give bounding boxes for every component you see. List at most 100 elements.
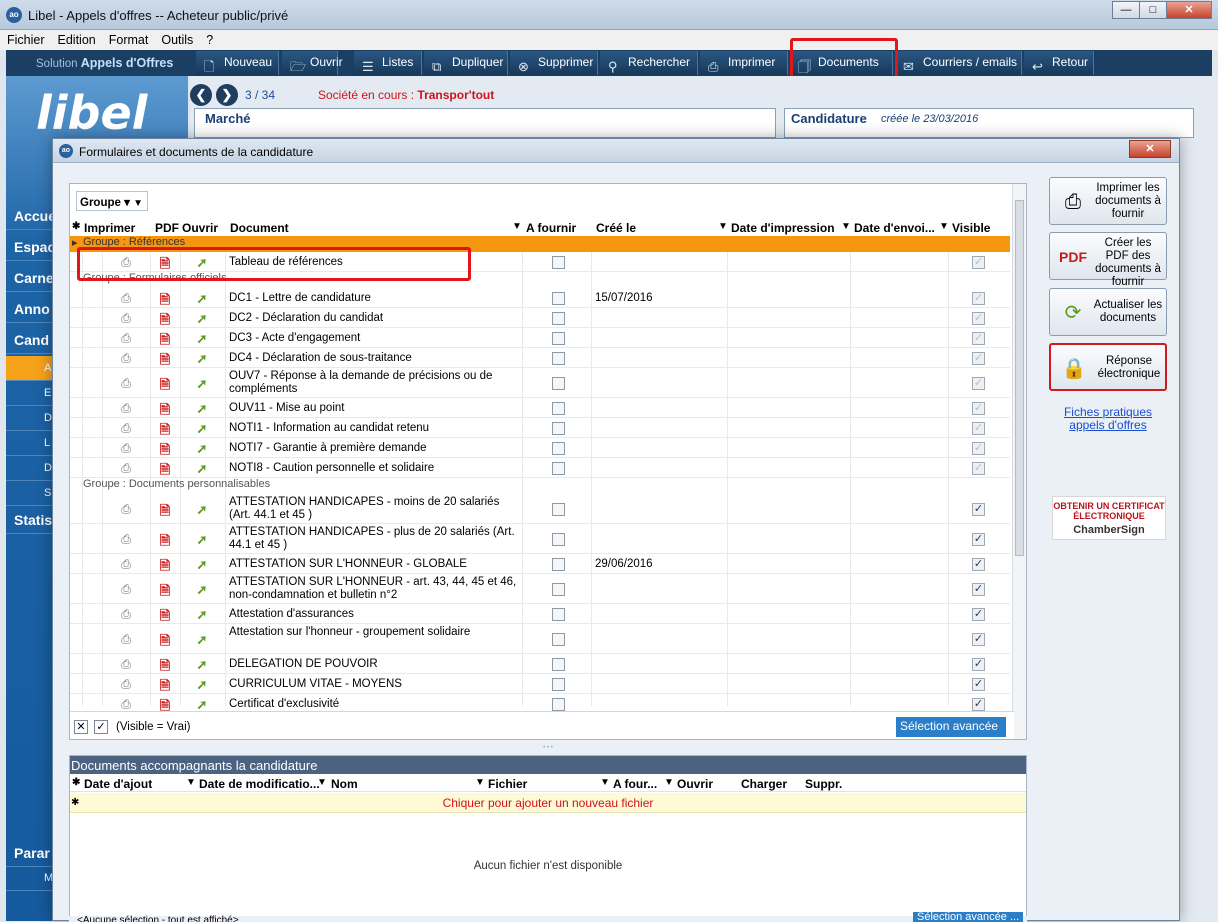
filter-ajout-icon[interactable]: ▼ — [186, 777, 196, 788]
a-fournir-checkbox[interactable] — [552, 255, 565, 269]
minimize-button[interactable]: — — [1112, 1, 1140, 19]
menu-outils[interactable]: Outils — [154, 30, 199, 47]
leftnav-item-2[interactable]: Carne — [6, 266, 54, 292]
open-icon[interactable]: ➚ — [192, 311, 212, 327]
col-date-ajout[interactable]: Date d'ajout — [84, 777, 152, 791]
print-icon[interactable]: ⎙ — [106, 532, 146, 547]
open-icon[interactable]: ➚ — [192, 502, 212, 518]
visible-checkbox[interactable]: ✓ — [972, 291, 985, 305]
filter-enabled-checkbox[interactable]: ✓ — [94, 720, 108, 734]
clear-filter-icon[interactable]: ✕ — [74, 720, 88, 734]
add-file-row[interactable]: ✱ Chiquer pour ajouter un nouveau fichie… — [70, 793, 1026, 813]
filter-cree-icon[interactable]: ▼ — [718, 221, 728, 232]
toolbar-supprimer-button[interactable]: ⊗ Supprimer — [510, 51, 598, 75]
col-visible[interactable]: Visible — [952, 221, 990, 235]
toolbar-retour-button[interactable]: ↩ Retour — [1024, 51, 1094, 75]
open-icon[interactable]: ➚ — [192, 441, 212, 457]
col-suppr[interactable]: Suppr. — [805, 777, 842, 791]
grid-scroll-thumb[interactable] — [1015, 200, 1024, 556]
pdf-icon[interactable]: 🗎 — [154, 632, 176, 654]
table-row[interactable]: ⎙ 🗎 ➚ OUV11 - Mise au point ✓ — [70, 398, 1010, 418]
certificate-banner[interactable]: OBTENIR UN CERTIFICAT ÉLECTRONIQUE Chamb… — [1052, 496, 1166, 540]
visible-checkbox[interactable]: ✓ — [972, 632, 985, 646]
pdf-icon[interactable]: 🗎 — [154, 582, 176, 604]
toolbar-imprimer-button[interactable]: ⎙ Imprimer — [700, 51, 788, 75]
a-fournir-checkbox[interactable] — [552, 401, 565, 415]
print-icon[interactable]: ⎙ — [106, 677, 146, 692]
a-fournir-checkbox[interactable] — [552, 331, 565, 345]
col-cree-le[interactable]: Créé le — [596, 221, 636, 235]
col-pdf[interactable]: PDF — [155, 221, 179, 235]
a-fournir-checkbox[interactable] — [552, 502, 565, 516]
menu-fichier[interactable]: Fichier — [0, 30, 51, 47]
table-row[interactable]: ⎙ 🗎 ➚ ATTESTATION SUR L'HONNEUR - GLOBALE 29… — [70, 554, 1010, 574]
open-icon[interactable]: ➚ — [192, 657, 212, 673]
visible-checkbox[interactable]: ✓ — [972, 441, 985, 455]
print-documents-button[interactable]: ⎙ Imprimer les documents à fournir — [1049, 177, 1167, 225]
col-nom[interactable]: Nom — [331, 777, 358, 791]
print-icon[interactable]: ⎙ — [106, 502, 146, 517]
filter-nom-icon[interactable]: ▼ — [475, 777, 485, 788]
table-row[interactable]: ⎙ 🗎 ➚ Attestation sur l'honneur - groupemen… — [70, 624, 1010, 654]
grid-scrollbar[interactable] — [1012, 184, 1026, 739]
table-row[interactable]: ⎙ 🗎 ➚ ATTESTATION HANDICAPES - moins de 20 … — [70, 494, 1010, 524]
leftnav-subitem-5[interactable]: S — [6, 481, 54, 506]
open-icon[interactable]: ➚ — [192, 607, 212, 623]
visible-checkbox[interactable]: ✓ — [972, 697, 985, 711]
table-row[interactable]: ⎙ 🗎 ➚ Attestation d'assurances ✓ — [70, 604, 1010, 624]
visible-checkbox[interactable]: ✓ — [972, 421, 985, 435]
a-fournir-checkbox[interactable] — [552, 582, 565, 596]
table-row[interactable]: ⎙ 🗎 ➚ DC2 - Déclaration du candidat ✓ — [70, 308, 1010, 328]
col-date-modification[interactable]: Date de modificatio... — [199, 777, 320, 791]
visible-checkbox[interactable]: ✓ — [972, 582, 985, 596]
col-ouvrir-docs[interactable]: Ouvrir — [677, 777, 713, 791]
menu-help[interactable]: ? — [199, 30, 219, 47]
toolbar-rechercher-button[interactable]: ⚲ Rechercher — [600, 51, 698, 75]
visible-checkbox[interactable]: ✓ — [972, 376, 985, 390]
leftnav-item-1[interactable]: Espac — [6, 235, 54, 261]
a-fournir-checkbox[interactable] — [552, 461, 565, 475]
open-icon[interactable]: ➚ — [192, 421, 212, 437]
table-row[interactable]: ⎙ 🗎 ➚ NOTI8 - Caution personnelle et solida… — [70, 458, 1010, 478]
a-fournir-checkbox[interactable] — [552, 697, 565, 711]
print-icon[interactable]: ⎙ — [106, 461, 146, 476]
visible-checkbox[interactable]: ✓ — [972, 401, 985, 415]
a-fournir-checkbox[interactable] — [552, 376, 565, 390]
open-icon[interactable]: ➚ — [192, 532, 212, 548]
table-row[interactable]: ⎙ 🗎 ➚ NOTI7 - Garantie à première demande ✓ — [70, 438, 1010, 458]
menu-edition[interactable]: Edition — [51, 30, 102, 47]
refresh-documents-button[interactable]: ⟳ Actualiser les documents — [1049, 288, 1167, 336]
col-fichier[interactable]: Fichier — [488, 777, 527, 791]
pdf-icon[interactable]: 🗎 — [154, 376, 176, 398]
toolbar-dupliquer-button[interactable]: ⧉ Dupliquer — [424, 51, 508, 75]
a-fournir-checkbox[interactable] — [552, 291, 565, 305]
a-fournir-checkbox[interactable] — [552, 441, 565, 455]
col-imprimer[interactable]: Imprimer — [84, 221, 135, 235]
table-row[interactable]: ⎙ 🗎 ➚ DC4 - Déclaration de sous-traitance ✓ — [70, 348, 1010, 368]
menu-format[interactable]: Format — [102, 30, 155, 47]
leftnav-item-4[interactable]: Cand — [6, 328, 54, 354]
open-icon[interactable]: ➚ — [192, 582, 212, 598]
splitter-handle[interactable]: • • • — [69, 745, 1027, 751]
visible-checkbox[interactable]: ✓ — [972, 255, 985, 269]
filter-fichier-icon[interactable]: ▼ — [600, 777, 610, 788]
print-icon[interactable]: ⎙ — [106, 376, 146, 391]
print-icon[interactable]: ⎙ — [106, 582, 146, 597]
visible-checkbox[interactable]: ✓ — [972, 657, 985, 671]
print-icon[interactable]: ⎙ — [106, 697, 146, 712]
a-fournir-checkbox[interactable] — [552, 607, 565, 621]
open-icon[interactable]: ➚ — [192, 331, 212, 347]
table-row[interactable]: ⎙ 🗎 ➚ NOTI1 - Information au candidat reten… — [70, 418, 1010, 438]
print-icon[interactable]: ⎙ — [106, 401, 146, 416]
selection-avancee-button[interactable]: Sélection avancée ... — [896, 717, 1006, 739]
a-fournir-checkbox[interactable] — [552, 421, 565, 435]
filter-document-icon[interactable]: ▼ — [512, 221, 522, 232]
print-icon[interactable]: ⎙ — [106, 632, 146, 647]
print-icon[interactable]: ⎙ — [106, 441, 146, 456]
close-button[interactable]: ✕ — [1166, 1, 1212, 19]
visible-checkbox[interactable]: ✓ — [972, 331, 985, 345]
col-a-fournir-docs[interactable]: A four... — [613, 777, 657, 791]
print-icon[interactable]: ⎙ — [106, 351, 146, 366]
group-row[interactable]: Groupe : Documents personnalisables — [70, 478, 1010, 494]
fiches-pratiques-link[interactable]: Fiches pratiques appels d'offres — [1049, 406, 1167, 432]
